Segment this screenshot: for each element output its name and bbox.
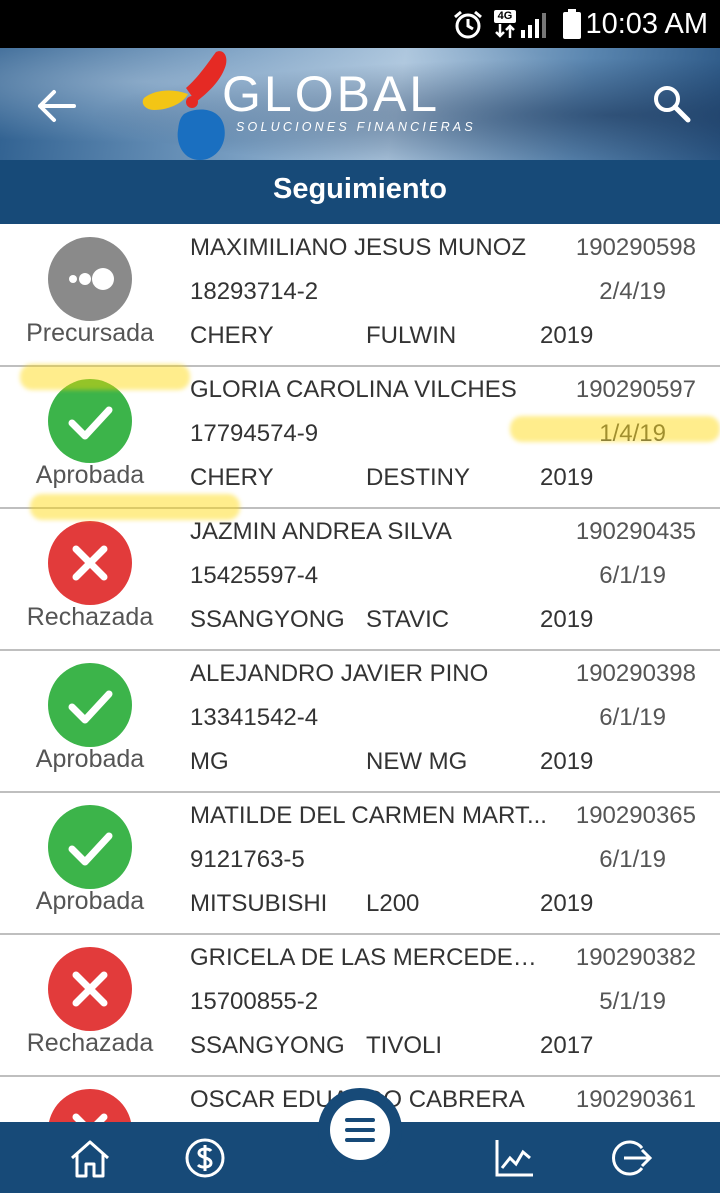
- battery-icon: [563, 9, 581, 39]
- global-logo-icon: [142, 51, 227, 160]
- application-number: 190290398: [575, 660, 696, 687]
- applicant-rut: 13341542-4: [190, 704, 319, 731]
- logout-icon[interactable]: [608, 1136, 652, 1180]
- application-number: 190290598: [575, 234, 696, 261]
- status-label: Rechazada: [26, 1029, 154, 1057]
- vehicle-year: 2019: [540, 606, 594, 633]
- signal-icon: [521, 13, 546, 38]
- application-number: 190290382: [575, 944, 696, 971]
- vehicle-model: TIVOLI: [366, 1032, 443, 1059]
- check-icon: [48, 805, 132, 889]
- cross-icon: [48, 947, 132, 1031]
- check-icon: [48, 379, 132, 463]
- status-label: Aprobada: [35, 887, 145, 915]
- application-list: Precursada MAXIMILIANO JESUS MUNOZ 1902905…: [0, 224, 720, 1122]
- vehicle-year: 2019: [540, 748, 594, 775]
- applicant-name: MATILDE DEL CARMEN MART...: [190, 802, 547, 829]
- vehicle-brand: MG: [190, 748, 229, 775]
- vehicle-brand: CHERY: [190, 464, 274, 491]
- list-item[interactable]: Rechazada GRICELA DE LAS MERCEDES ... 1902…: [0, 934, 720, 1077]
- application-date: 1/4/19: [599, 420, 666, 447]
- menu-icon: [330, 1100, 390, 1160]
- application-number: 190290361: [575, 1086, 696, 1113]
- clock: 10:03 AM: [585, 8, 708, 40]
- list-item[interactable]: Aprobada GLORIA CAROLINA VILCHES 190290597…: [0, 366, 720, 509]
- applicant-name: JAZMIN ANDREA SILVA: [190, 518, 452, 545]
- alarm-icon: [454, 10, 482, 39]
- list-item[interactable]: Rechazada JAZMIN ANDREA SILVA 190290435 154…: [0, 508, 720, 651]
- vehicle-year: 2017: [540, 1032, 594, 1059]
- application-date: 5/1/19: [599, 988, 666, 1015]
- page-title: Seguimiento: [0, 160, 720, 224]
- status-bar: 4G 10:03 AM: [0, 0, 720, 48]
- applicant-rut: 9121763-5: [190, 846, 305, 873]
- applicant-rut: 15425597-4: [190, 562, 319, 589]
- vehicle-year: 2019: [540, 464, 594, 491]
- application-number: 190290597: [575, 376, 696, 403]
- brand-name: GLOBAL: [222, 66, 441, 122]
- app-header: GLOBAL SOLUCIONES FINANCIERAS: [0, 48, 720, 160]
- status-label: Precursada: [26, 319, 154, 347]
- menu-button[interactable]: [318, 1088, 402, 1172]
- applicant-name: GLORIA CAROLINA VILCHES: [190, 376, 517, 403]
- vehicle-model: L200: [366, 890, 420, 917]
- cross-icon: [48, 521, 132, 605]
- list-item[interactable]: Precursada MAXIMILIANO JESUS MUNOZ 1902905…: [0, 224, 720, 367]
- check-icon: [48, 663, 132, 747]
- vehicle-brand: SSANGYONG: [190, 1032, 345, 1059]
- vehicle-year: 2019: [540, 890, 594, 917]
- vehicle-model: DESTINY: [366, 464, 471, 491]
- list-item[interactable]: Aprobada ALEJANDRO JAVIER PINO 190290398 13…: [0, 650, 720, 793]
- vehicle-brand: MITSUBISHI: [190, 890, 328, 917]
- network-type-icon: 4G: [494, 10, 516, 38]
- status-label: Aprobada: [35, 461, 145, 489]
- application-number: 190290435: [575, 518, 696, 545]
- application-date: 6/1/19: [599, 562, 666, 589]
- application-date: 6/1/19: [599, 846, 666, 873]
- vehicle-model: STAVIC: [366, 606, 450, 633]
- status-label: Rechazada: [26, 603, 154, 631]
- applicant-rut: 18293714-2: [190, 278, 319, 305]
- vehicle-model: NEW MG: [366, 748, 468, 775]
- applicant-name: GRICELA DE LAS MERCEDES ...: [190, 944, 550, 971]
- pending-dots-icon: [48, 237, 132, 321]
- applicant-name: MAXIMILIANO JESUS MUNOZ: [190, 234, 527, 261]
- applicant-rut: 15700855-2: [190, 988, 319, 1015]
- home-icon[interactable]: [68, 1136, 112, 1180]
- list-item[interactable]: Aprobada MATILDE DEL CARMEN MART... 190290…: [0, 792, 720, 935]
- applicant-rut: 17794574-9: [190, 420, 319, 447]
- back-arrow-icon[interactable]: [34, 86, 78, 126]
- vehicle-brand: CHERY: [190, 322, 274, 349]
- cross-icon: [48, 1089, 132, 1122]
- applicant-name: ALEJANDRO JAVIER PINO: [190, 660, 489, 687]
- vehicle-brand: SSANGYONG: [190, 606, 345, 633]
- dollar-icon[interactable]: [183, 1136, 227, 1180]
- application-number: 190290365: [575, 802, 696, 829]
- search-icon[interactable]: [650, 82, 694, 126]
- brand-tagline: SOLUCIONES FINANCIERAS: [236, 120, 476, 134]
- application-date: 6/1/19: [599, 704, 666, 731]
- application-date: 2/4/19: [599, 278, 666, 305]
- chart-icon[interactable]: [492, 1136, 536, 1180]
- status-label: Aprobada: [35, 745, 145, 773]
- vehicle-model: FULWIN: [366, 322, 457, 349]
- vehicle-year: 2019: [540, 322, 594, 349]
